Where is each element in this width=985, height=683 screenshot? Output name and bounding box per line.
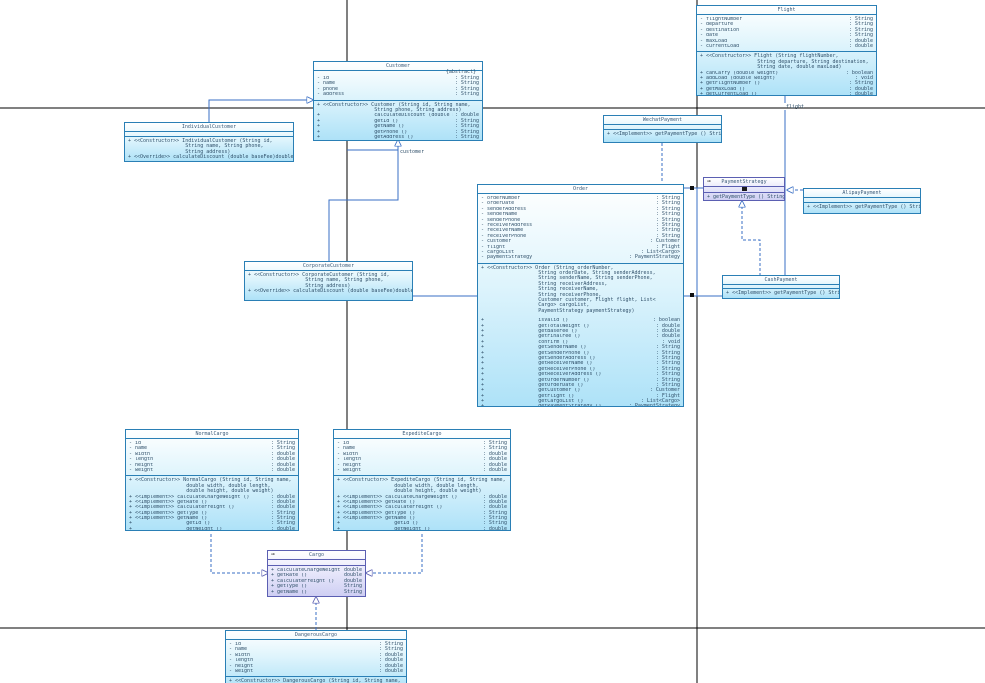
member-row: + getWeight () : double bbox=[129, 525, 295, 531]
operation-section: + <<Constructor>> Order (String orderNum… bbox=[478, 264, 683, 407]
association-end-marker bbox=[690, 293, 694, 297]
member-row: + <<Implement>> getPaymentType () String bbox=[807, 204, 921, 210]
member-row: + getAddress () : String bbox=[317, 133, 479, 140]
member-row: PaymentStrategy paymentStrategy) bbox=[481, 307, 635, 314]
edge-label-flight: flight bbox=[786, 104, 805, 110]
member-type: : double bbox=[848, 42, 873, 49]
class-name: Cargo bbox=[268, 551, 365, 560]
operation-section: + <<Constructor>> DangerousCargo (String… bbox=[226, 677, 406, 683]
operation-section: + <<Implement>> getPaymentType () String bbox=[804, 203, 920, 212]
operation-section: + <<Constructor>> Customer (String id, S… bbox=[314, 101, 482, 140]
member-name: - weight bbox=[337, 467, 362, 473]
member-name: - paymentStrategy bbox=[481, 255, 533, 261]
attribute-section bbox=[704, 187, 784, 193]
attribute-section: - orderNumber: String - orderDate: String… bbox=[478, 194, 683, 264]
member-row: - weight : double bbox=[229, 667, 403, 674]
member-name: - address bbox=[317, 92, 345, 98]
member-type: : String bbox=[454, 133, 479, 140]
operation-section: + <<Implement>> getPaymentType () String bbox=[604, 130, 721, 139]
operation-section: + <<Constructor>> ExpediteCargo (String … bbox=[334, 476, 510, 531]
class-name: NormalCargo bbox=[126, 430, 298, 439]
member-name: + getAddress () bbox=[317, 134, 414, 140]
class-customer[interactable]: Customer {abstract} - id: String - name: … bbox=[313, 61, 483, 141]
member-name: - weight bbox=[229, 668, 254, 674]
attribute-section: - id: String - name: String - phone: Strin… bbox=[314, 71, 482, 101]
member-type: : double bbox=[848, 91, 873, 96]
attribute-section: - id: String - name: String - width: doubl… bbox=[126, 439, 298, 477]
member-row: + <<Implement>> getPaymentType () String bbox=[607, 131, 722, 137]
class-dangerous-cargo[interactable]: DangerousCargo - id: String - name: Strin… bbox=[225, 630, 407, 683]
operation-section: + <<Constructor>> Flight (String flightN… bbox=[697, 52, 876, 96]
class-alipay-payment[interactable]: AlipayPayment + <<Implement>> getPayment… bbox=[803, 188, 921, 214]
class-wechat-payment[interactable]: WechatPayment + <<Implement>> getPayment… bbox=[603, 115, 722, 143]
member-row: + <<Override>> calculateDiscount (double… bbox=[128, 154, 294, 161]
operation-section: + <<Constructor>> CorporateCustomer (Str… bbox=[245, 271, 412, 297]
member-name: + getPaymentStrategy () bbox=[481, 404, 627, 406]
attribute-section: - id: String - name: String - width: doubl… bbox=[226, 640, 406, 678]
member-row: - weight : double bbox=[337, 466, 507, 473]
member-row: + <<Implement>> getPaymentType () String bbox=[726, 290, 840, 296]
member-row: + <<Constructor>> DangerousCargo (String… bbox=[229, 678, 401, 683]
member-row: + getPaymentStrategy (): PaymentStrategy bbox=[481, 403, 680, 407]
member-name: + getWeight () bbox=[337, 526, 431, 531]
member-type: : PaymentStrategy bbox=[628, 254, 680, 261]
member-name: - weight bbox=[129, 467, 154, 473]
member-row: - currentLoad : double bbox=[700, 42, 873, 49]
member-row: + getName () String bbox=[271, 588, 362, 595]
class-flight[interactable]: Flight - flightNumber: String - departure… bbox=[696, 5, 877, 96]
member-type: : double bbox=[482, 466, 507, 473]
class-name: CorporateCustomer bbox=[245, 262, 412, 271]
class-name: WechatPayment bbox=[604, 116, 721, 125]
operation-section: + calculateChargeWeight () double + getRat… bbox=[268, 566, 365, 596]
class-individual-customer[interactable]: IndividualCustomer + <<Constructor>> Ind… bbox=[124, 122, 294, 162]
class-name: IndividualCustomer bbox=[125, 123, 293, 132]
class-name: AlipayPayment bbox=[804, 189, 920, 198]
operation-section: + <<Constructor>> NormalCargo (String id… bbox=[126, 476, 298, 531]
class-name: Order bbox=[478, 185, 683, 194]
member-type: : PaymentStrategy bbox=[628, 403, 680, 407]
member-type: : double bbox=[378, 667, 403, 674]
member-name: + getCurrentLoad () bbox=[700, 92, 758, 96]
member-type: : double bbox=[482, 525, 507, 531]
class-name: DangerousCargo bbox=[226, 631, 406, 640]
class-corporate-customer[interactable]: CorporateCustomer + <<Constructor>> Corp… bbox=[244, 261, 413, 301]
member-row: + getPaymentType () String bbox=[707, 194, 785, 200]
interface-cargo[interactable]: Cargo ⊸ + calculateChargeWeight () double… bbox=[267, 550, 366, 597]
edge-label-customer: customer bbox=[400, 149, 425, 155]
member-row: - paymentStrategy : PaymentStrategy bbox=[481, 254, 680, 261]
class-name: PaymentStrategy bbox=[704, 178, 784, 187]
member-name: + getWeight () bbox=[129, 526, 223, 531]
class-order[interactable]: Order - orderNumber: String - orderDate: … bbox=[477, 184, 684, 407]
attribute-section: - id: String - name: String - width: doubl… bbox=[334, 439, 510, 477]
member-row: + getWeight () : double bbox=[337, 525, 507, 531]
class-cash-payment[interactable]: CashPayment + <<Implement>> getPaymentTy… bbox=[722, 275, 840, 299]
interface-icon: ⊸ bbox=[707, 178, 711, 185]
diagram-canvas[interactable]: customer flight Flight - flightNumber: S… bbox=[0, 0, 985, 683]
member-type: : double bbox=[270, 525, 295, 531]
interface-payment-strategy[interactable]: PaymentStrategy ⊸ + getPaymentType () St… bbox=[703, 177, 785, 201]
member-row: + getCurrentLoad () : double bbox=[700, 91, 873, 96]
association-end-marker bbox=[690, 186, 694, 190]
operation-section: + <<Constructor>> IndividualCustomer (St… bbox=[125, 137, 294, 161]
member-name: + getName () bbox=[271, 589, 308, 595]
member-type: String bbox=[343, 588, 362, 595]
class-expedite-cargo[interactable]: ExpediteCargo - id: String - name: String… bbox=[333, 429, 511, 531]
member-type: : String bbox=[454, 91, 479, 98]
operation-section: + <<Implement>> getPaymentType () String bbox=[723, 289, 839, 298]
class-stereotype: {abstract} bbox=[445, 69, 476, 75]
attribute-section: - flightNumber: String - departure: Strin… bbox=[697, 15, 876, 53]
member-row: - address : String bbox=[317, 91, 479, 98]
class-normal-cargo[interactable]: NormalCargo - id: String - name: String - … bbox=[125, 429, 299, 531]
member-type: : double bbox=[270, 466, 295, 473]
class-name: ExpediteCargo bbox=[334, 430, 510, 439]
operation-section: + getPaymentType () String bbox=[704, 193, 785, 200]
member-name: - currentLoad bbox=[700, 43, 740, 49]
class-name: Flight bbox=[697, 6, 876, 15]
class-name: CashPayment bbox=[723, 276, 839, 285]
interface-icon: ⊸ bbox=[271, 551, 275, 558]
member-row: + <<Override>> calculateDiscount (double… bbox=[248, 288, 413, 295]
member-row: - weight : double bbox=[129, 466, 295, 473]
